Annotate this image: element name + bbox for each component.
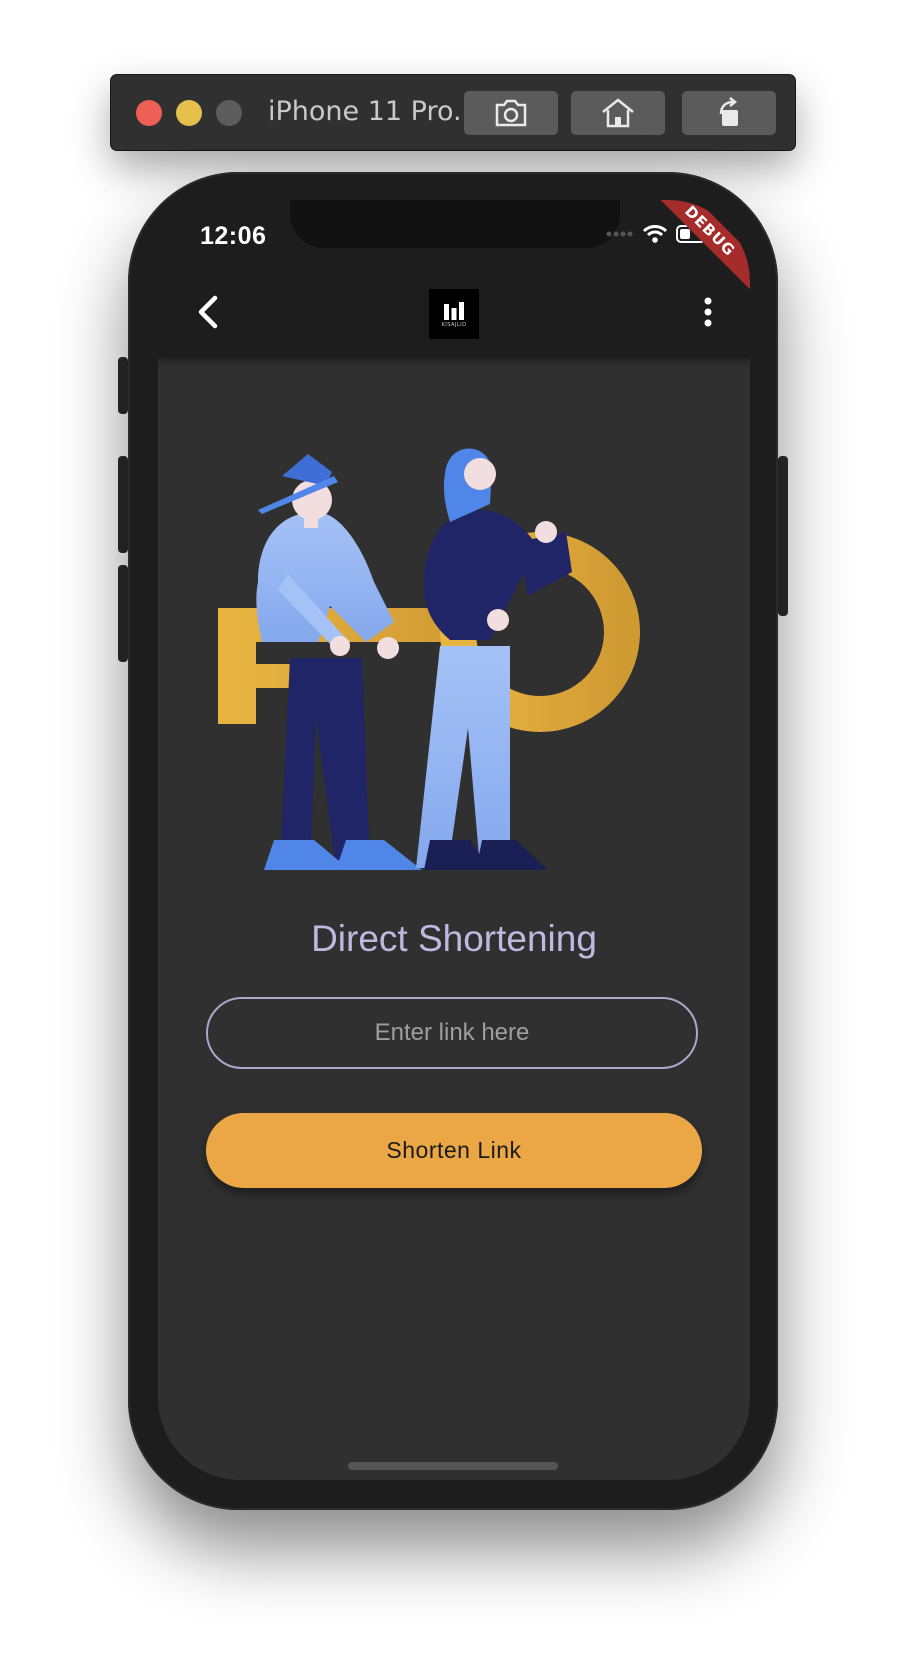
home-icon: [602, 98, 634, 128]
screenshot-button[interactable]: [464, 91, 558, 135]
more-vert-icon: [704, 297, 712, 327]
page-heading: Direct Shortening: [311, 918, 597, 959]
back-button[interactable]: [188, 292, 228, 332]
notch: [290, 200, 620, 248]
logo-caption: KISAJLID: [441, 322, 467, 328]
volume-down-button: [118, 565, 128, 662]
more-options-button[interactable]: [688, 292, 728, 332]
back-arrow-icon: [198, 295, 218, 329]
status-time: 12:06: [200, 222, 267, 250]
phone-screen: 12:06 DEBUG KISAJLID Direct Shortening E…: [158, 200, 750, 1480]
debug-banner: DEBUG: [644, 200, 750, 297]
screenshot-icon: [495, 99, 527, 127]
signal-icon: [606, 231, 633, 237]
rotate-button[interactable]: [682, 91, 776, 135]
close-window-button[interactable]: [136, 100, 162, 126]
shorten-link-button[interactable]: Shorten Link: [206, 1113, 702, 1188]
home-indicator: [348, 1462, 558, 1470]
zoom-window-button[interactable]: [216, 100, 242, 126]
woman-figure: [416, 448, 572, 870]
power-button: [778, 456, 788, 616]
app-bar: 12:06 DEBUG KISAJLID: [158, 200, 750, 358]
man-figure: [256, 454, 422, 870]
key-carrying-illustration: [218, 448, 640, 870]
bar-logo-icon: [444, 302, 464, 320]
volume-up-button: [118, 456, 128, 553]
app-logo: KISAJLID: [429, 289, 479, 339]
simulator-title: iPhone 11 Pro...: [268, 96, 479, 127]
home-button[interactable]: [571, 91, 665, 135]
simulator-window-bar: iPhone 11 Pro...: [111, 75, 795, 150]
mute-switch: [118, 357, 128, 414]
rotate-icon: [719, 97, 738, 126]
minimize-window-button[interactable]: [176, 100, 202, 126]
link-input[interactable]: [206, 997, 698, 1069]
wifi-icon: [642, 225, 668, 243]
